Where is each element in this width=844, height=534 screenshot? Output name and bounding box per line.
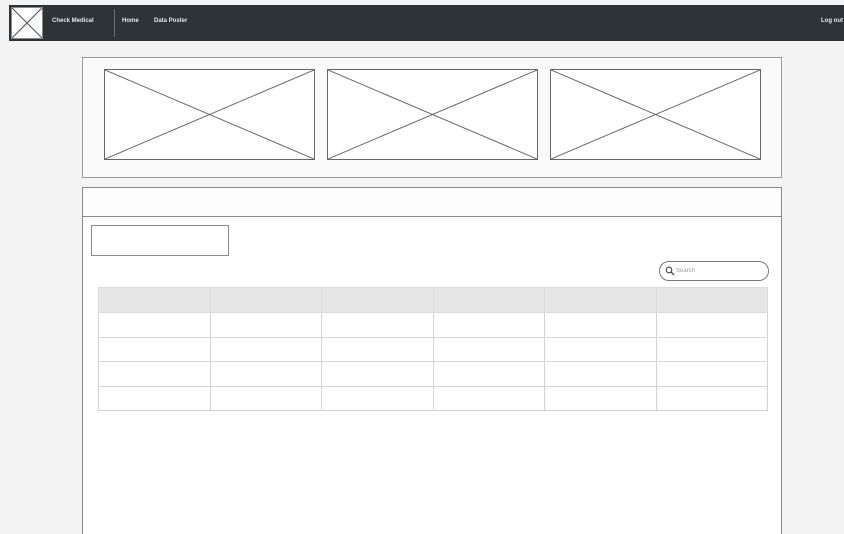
search-box[interactable] (659, 261, 769, 281)
content-panel (82, 187, 782, 534)
image-placeholder-icon (12, 8, 42, 38)
table-cell (432, 336, 545, 362)
column-header[interactable] (432, 287, 545, 313)
table-cell (544, 336, 657, 362)
table-cell (98, 312, 211, 338)
nav-link-data-poster[interactable]: Data Poster (154, 18, 187, 24)
table-cell (98, 385, 211, 411)
search-icon (665, 266, 675, 276)
table-cell (655, 361, 768, 387)
table-cell (655, 312, 768, 338)
brand-name[interactable]: Check Medical (52, 18, 94, 24)
table-cell (321, 361, 434, 387)
nav-link-home[interactable]: Home (122, 18, 139, 24)
text-box-placeholder[interactable] (91, 225, 229, 256)
table-cell (321, 385, 434, 411)
table-cell (655, 385, 768, 411)
table-cell (209, 385, 322, 411)
table-cell (544, 361, 657, 387)
table-cell (209, 361, 322, 387)
column-header[interactable] (98, 287, 211, 313)
table-cell (432, 361, 545, 387)
table-header-row (98, 287, 768, 313)
carousel-image-1[interactable] (104, 69, 315, 160)
table-cell (432, 385, 545, 411)
table-cell (209, 312, 322, 338)
table-cell (432, 312, 545, 338)
carousel-image-2[interactable] (327, 69, 538, 160)
table-row[interactable] (98, 336, 768, 362)
table-cell (321, 312, 434, 338)
column-header[interactable] (655, 287, 768, 313)
logo-image-placeholder-icon[interactable] (11, 7, 43, 39)
table-row[interactable] (98, 312, 768, 338)
carousel-image-3[interactable] (550, 69, 761, 160)
logout-link[interactable]: Log out (821, 18, 843, 24)
top-navbar: Check Medical Home Data Poster Log out (9, 5, 844, 41)
table-cell (655, 336, 768, 362)
image-placeholder-icon (551, 70, 760, 159)
panel-header (83, 188, 781, 217)
table-cell (209, 336, 322, 362)
search-input[interactable] (676, 264, 762, 278)
table-cell (544, 312, 657, 338)
column-header[interactable] (544, 287, 657, 313)
table-cell (98, 336, 211, 362)
image-placeholder-icon (105, 70, 314, 159)
column-header[interactable] (321, 287, 434, 313)
data-table (98, 287, 768, 411)
table-cell (544, 385, 657, 411)
table-cell (321, 336, 434, 362)
table-row[interactable] (98, 385, 768, 411)
table-row[interactable] (98, 361, 768, 387)
column-header[interactable] (209, 287, 322, 313)
nav-divider (114, 9, 115, 37)
table-cell (98, 361, 211, 387)
image-placeholder-icon (328, 70, 537, 159)
image-carousel (82, 57, 782, 178)
